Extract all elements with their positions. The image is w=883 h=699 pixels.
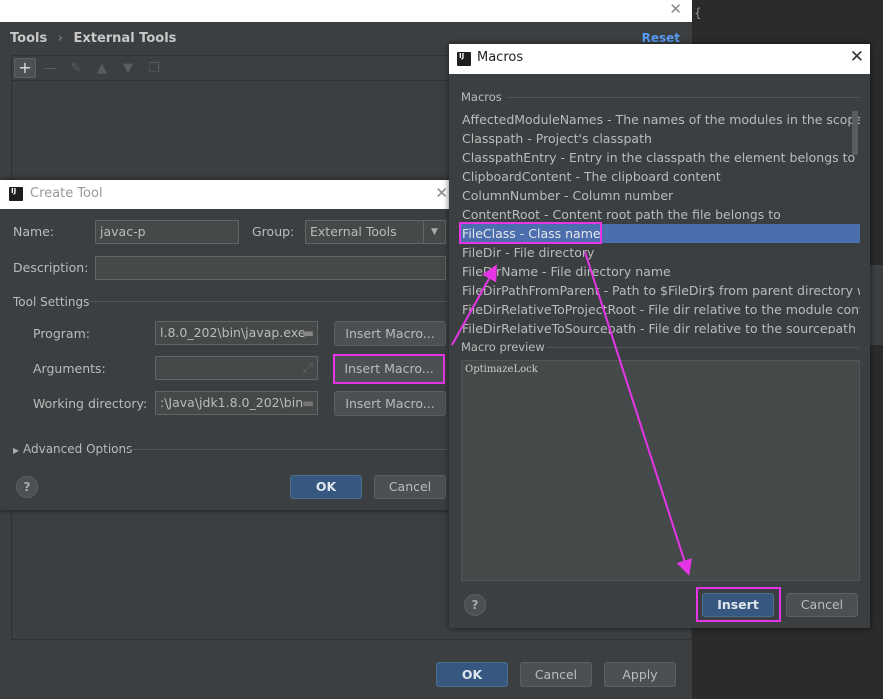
arrow-to-insert bbox=[584, 251, 692, 576]
arrow-to-fileclass bbox=[451, 264, 497, 346]
annotation-arrows bbox=[451, 251, 692, 576]
